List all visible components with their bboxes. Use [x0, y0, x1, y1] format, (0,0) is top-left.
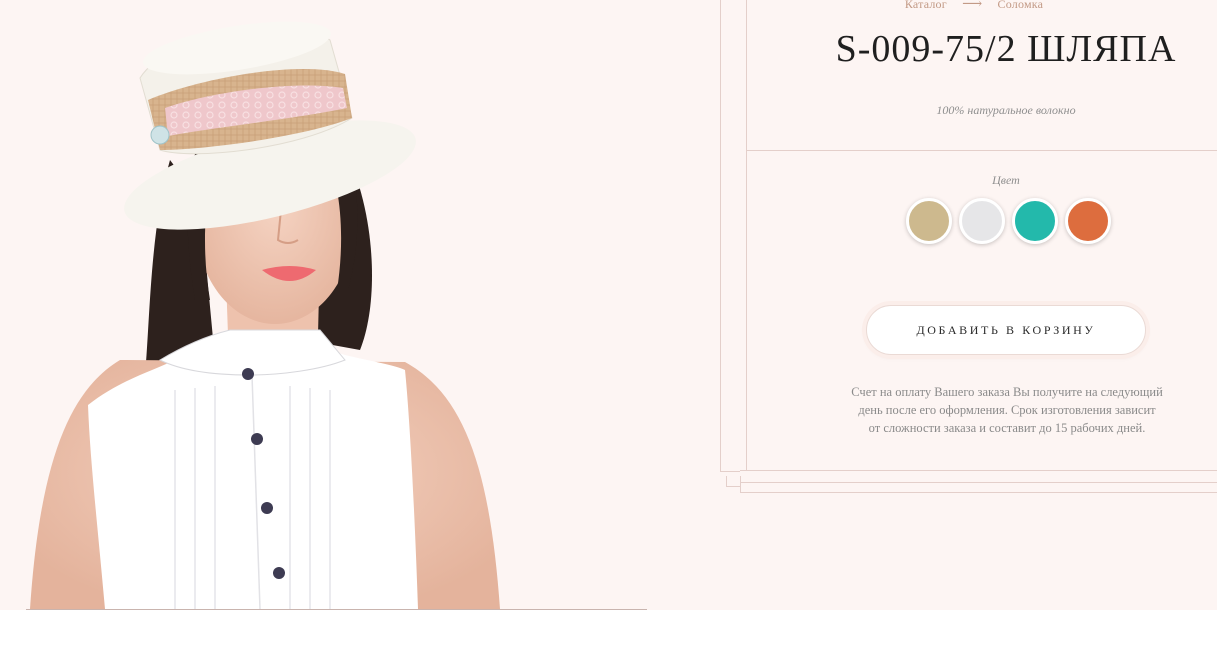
product-info-panel: Каталог ⟶ Соломка S-009-75/2 ШЛЯПА 100% … — [746, 0, 1217, 470]
frame-line — [740, 476, 741, 493]
order-note-line: день после его оформления. Срок изготовл… — [858, 403, 1156, 417]
frame-line — [740, 492, 1217, 493]
product-material: 100% натуральное волокно — [936, 103, 1076, 117]
frame-line — [740, 470, 1217, 471]
product-photo — [30, 21, 500, 610]
frame-line — [740, 482, 1217, 483]
arrow-right-icon: ⟶ — [962, 0, 983, 12]
order-note: Счет на оплату Вашего заказа Вы получите… — [826, 383, 1188, 437]
color-swatch-light-gray[interactable] — [959, 198, 1005, 244]
breadcrumb-catalog-link[interactable]: Каталог — [905, 0, 947, 11]
divider — [746, 150, 1217, 151]
color-swatches — [906, 198, 1112, 244]
product-title: S-009-75/2 ШЛЯПА — [835, 28, 1177, 70]
breadcrumb: Каталог ⟶ Соломка — [714, 0, 1217, 13]
color-swatch-beige[interactable] — [906, 198, 952, 244]
color-label: Цвет — [992, 173, 1020, 187]
order-note-line: от сложности заказа и составит до 15 раб… — [868, 421, 1146, 435]
color-swatch-orange[interactable] — [1065, 198, 1111, 244]
frame-line — [720, 471, 740, 472]
frame-line — [720, 0, 721, 472]
breadcrumb-category-link[interactable]: Соломка — [998, 0, 1044, 11]
color-swatch-turquoise[interactable] — [1012, 198, 1058, 244]
photo-baseline — [26, 609, 647, 610]
frame-line — [726, 486, 740, 487]
footer-strip — [0, 610, 1217, 649]
order-note-line: Счет на оплату Вашего заказа Вы получите… — [851, 385, 1163, 399]
add-to-cart-button[interactable]: ДОБАВИТЬ В КОРЗИНУ — [866, 305, 1146, 355]
